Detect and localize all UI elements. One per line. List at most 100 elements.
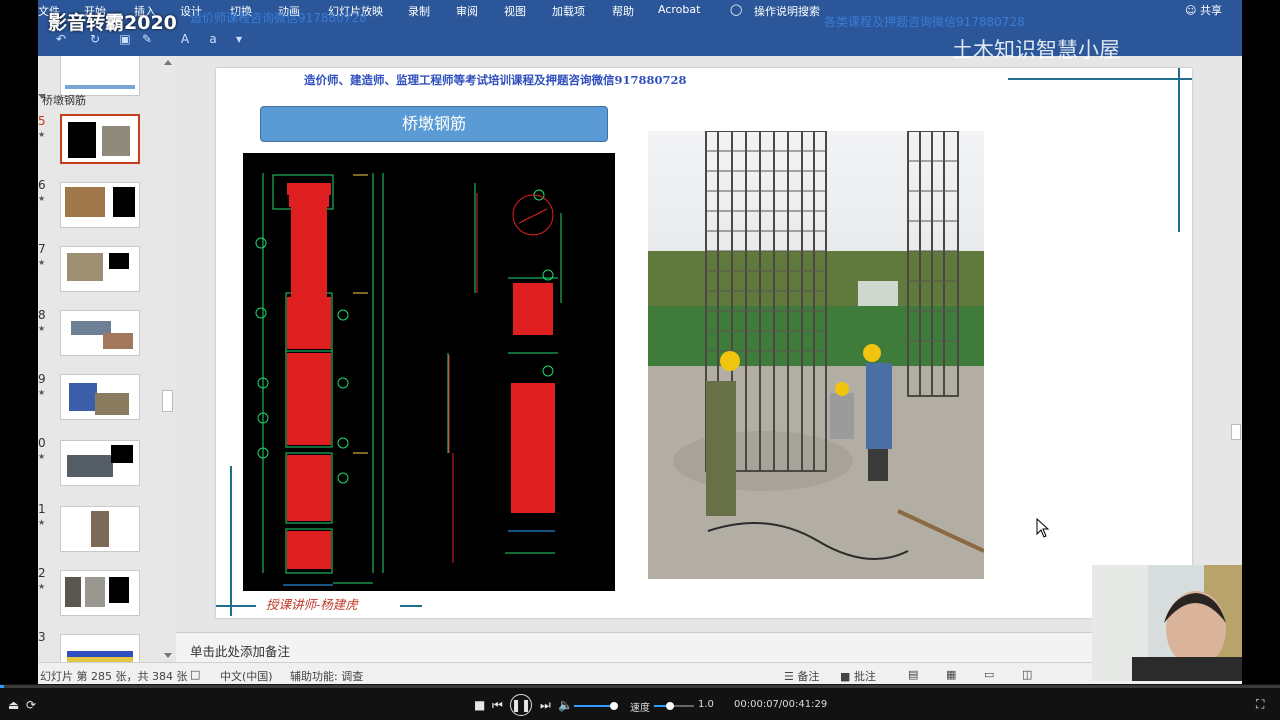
tab-addins[interactable]: 加载项 bbox=[552, 3, 585, 19]
slide-header-text[interactable]: 造价师、建造师、监理工程师等考试培训课程及押题咨询微信917880728 bbox=[304, 72, 687, 88]
right-black-strip bbox=[1242, 0, 1280, 684]
thumbnail-slide[interactable] bbox=[60, 440, 140, 486]
customize-qat-icon[interactable]: ▾ bbox=[232, 32, 246, 46]
share-label: 共享 bbox=[1200, 4, 1222, 17]
notes-toggle-button[interactable]: ☰ 备注 bbox=[784, 668, 819, 684]
webcam-svg bbox=[1092, 565, 1242, 681]
tab-view[interactable]: 视图 bbox=[504, 3, 526, 19]
lecturer-caption[interactable]: 授课讲师-杨建虎 bbox=[266, 594, 358, 613]
decorative-line bbox=[1008, 78, 1192, 80]
volume-slider[interactable] bbox=[574, 702, 618, 710]
photo-svg bbox=[648, 131, 984, 579]
thumbnail-slide[interactable] bbox=[60, 246, 140, 292]
thumbnail-slide[interactable] bbox=[60, 570, 140, 616]
thumbnail-number: 5 bbox=[38, 114, 46, 128]
animation-star-icon: ★ bbox=[38, 258, 46, 267]
font-grow-icon[interactable]: A bbox=[178, 32, 192, 46]
thumbnail-cad bbox=[109, 253, 129, 269]
thumbnail-photo bbox=[69, 383, 97, 411]
comments-toggle-button[interactable]: ■ 批注 bbox=[840, 668, 876, 684]
animation-star-icon: ★ bbox=[38, 582, 46, 591]
accessibility-status[interactable]: 辅助功能: 调查 bbox=[290, 668, 363, 684]
wechat-overlay-center: 造价师课程咨询微信917880728 bbox=[190, 11, 367, 25]
slide-title[interactable]: 桥墩钢筋 bbox=[260, 106, 608, 142]
tab-help[interactable]: 帮助 bbox=[612, 3, 634, 19]
thumbnail-photo bbox=[65, 187, 105, 217]
notes-pane[interactable]: 单击此处添加备注 bbox=[176, 632, 1242, 662]
scroll-down-icon[interactable] bbox=[164, 653, 172, 658]
eject-icon[interactable]: ⏏ bbox=[8, 698, 19, 712]
section-label: 桥墩钢筋 bbox=[42, 94, 86, 107]
thumbnail-slide[interactable] bbox=[60, 634, 140, 662]
animation-star-icon: ★ bbox=[38, 518, 46, 527]
status-bar: 幻灯片 第 285 张，共 384 张 □ 中文(中国) 辅助功能: 调查 ☰ … bbox=[38, 662, 1242, 684]
loop-icon[interactable]: ⟳ bbox=[26, 698, 36, 712]
notes-label: 备注 bbox=[797, 670, 820, 683]
slide-sorter-icon[interactable]: ▦ bbox=[946, 668, 956, 681]
thumbnail-slide[interactable] bbox=[60, 506, 140, 552]
normal-view-icon[interactable]: ▤ bbox=[908, 668, 918, 681]
decorative-line bbox=[216, 605, 256, 607]
mouse-cursor-icon bbox=[1036, 517, 1050, 542]
previous-icon[interactable]: ⏮ bbox=[492, 698, 503, 712]
video-progress-bar[interactable] bbox=[0, 685, 1280, 688]
thumbnail-scrollbar[interactable] bbox=[160, 56, 176, 662]
thumbnail-photo bbox=[85, 577, 105, 607]
video-progress-fill bbox=[0, 685, 4, 688]
thumbnail-number: 6 bbox=[38, 178, 46, 192]
animation-star-icon: ★ bbox=[38, 324, 46, 333]
volume-slider-handle[interactable] bbox=[610, 702, 618, 710]
rebar-cad-drawing[interactable] bbox=[243, 153, 615, 591]
tab-review[interactable]: 审阅 bbox=[456, 3, 478, 19]
decorative-line bbox=[230, 466, 232, 616]
thumbnail-number: 9 bbox=[38, 372, 46, 386]
playback-time: 00:00:07/00:41:29 bbox=[734, 699, 828, 710]
editor-scrollbar[interactable] bbox=[1230, 56, 1242, 632]
stop-icon[interactable]: ■ bbox=[474, 698, 485, 712]
next-icon[interactable]: ⏭ bbox=[540, 698, 551, 712]
thumbnail-cad bbox=[113, 187, 135, 217]
wechat-overlay-right: 各类课程及押题咨询微信917880728 bbox=[824, 15, 1025, 29]
thumbnail-prev[interactable] bbox=[60, 56, 140, 96]
scroll-up-icon[interactable] bbox=[164, 60, 172, 65]
fullscreen-icon[interactable]: ⛶ bbox=[1256, 697, 1264, 711]
speed-slider[interactable] bbox=[654, 702, 694, 710]
slideshow-view-icon[interactable]: ◫ bbox=[1022, 668, 1032, 681]
volume-slider-fill bbox=[574, 705, 614, 707]
thumbnail-cad bbox=[109, 577, 129, 603]
scrollbar-thumb[interactable] bbox=[162, 390, 173, 412]
slide-editor: 造价师、建造师、监理工程师等考试培训课程及押题咨询微信917880728 桥墩钢… bbox=[176, 56, 1242, 632]
thumbnail-slide[interactable] bbox=[60, 310, 140, 356]
reading-view-icon[interactable]: ▭ bbox=[984, 668, 994, 681]
thumbnail-current[interactable] bbox=[60, 114, 140, 164]
decorative-line bbox=[400, 605, 422, 607]
scrollbar-thumb[interactable] bbox=[1231, 424, 1241, 440]
thumbnail-number: 7 bbox=[38, 242, 46, 256]
spellcheck-icon[interactable]: □ bbox=[190, 668, 200, 681]
tell-me-search[interactable]: 操作说明搜索 bbox=[754, 3, 820, 19]
volume-icon[interactable]: 🔈 bbox=[558, 698, 573, 712]
screen: 文件 开始 插入 设计 切换 动画 幻灯片放映 录制 审阅 视图 加载项 帮助 … bbox=[0, 0, 1280, 720]
thumbnail-photo bbox=[102, 126, 130, 156]
person-icon: ☺ bbox=[1185, 4, 1200, 17]
speed-slider-handle[interactable] bbox=[666, 702, 674, 710]
pier-rebar-construction-photo[interactable] bbox=[648, 131, 984, 579]
comments-label: 批注 bbox=[853, 670, 876, 683]
channel-watermark: 土木知识智慧小屋 bbox=[952, 38, 1120, 62]
thumbnail-content bbox=[65, 85, 135, 89]
notes-placeholder[interactable]: 单击此处添加备注 bbox=[190, 641, 290, 660]
animation-star-icon: ★ bbox=[38, 452, 46, 461]
tab-acrobat[interactable]: Acrobat bbox=[658, 3, 700, 16]
tab-record[interactable]: 录制 bbox=[408, 3, 430, 19]
thumbnail-photo bbox=[103, 333, 133, 349]
animation-star-icon: ★ bbox=[38, 194, 46, 203]
font-shrink-icon[interactable]: a bbox=[206, 32, 220, 46]
thumbnail-slide[interactable] bbox=[60, 182, 140, 228]
thumbnail-slide[interactable] bbox=[60, 374, 140, 420]
left-black-strip bbox=[0, 0, 38, 684]
animation-star-icon: ★ bbox=[38, 130, 46, 139]
pause-button[interactable]: ❚❚ bbox=[510, 694, 532, 716]
language-indicator[interactable]: 中文(中国) bbox=[220, 668, 273, 684]
share-button[interactable]: ☺ 共享 bbox=[1185, 2, 1222, 18]
lightbulb-icon: ◯ bbox=[730, 3, 743, 16]
